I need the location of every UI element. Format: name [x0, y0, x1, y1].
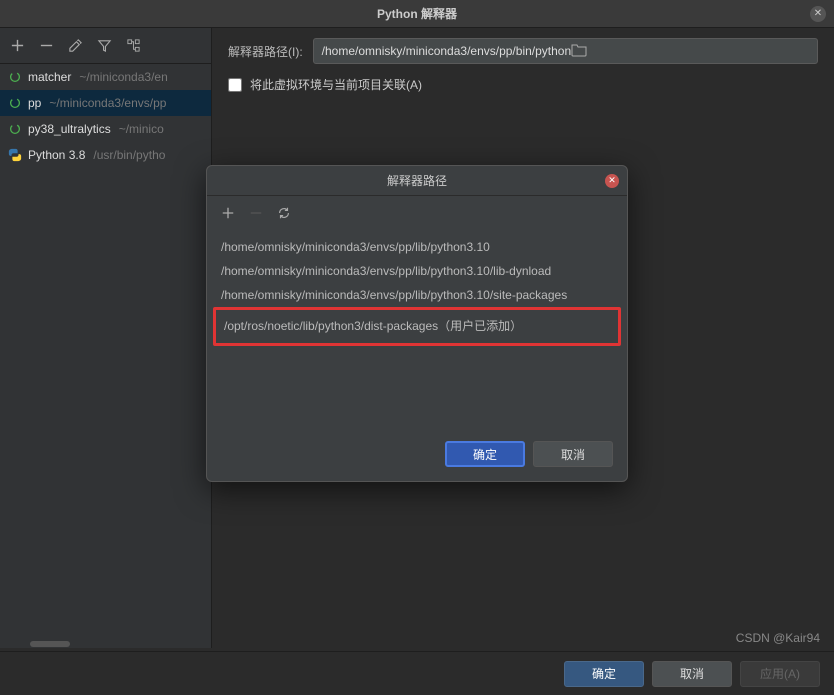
interpreter-sidebar: matcher ~/miniconda3/en pp ~/miniconda3/… — [0, 28, 212, 648]
window-close-button[interactable]: ✕ — [810, 6, 826, 22]
modal-toolbar — [207, 196, 627, 231]
interpreter-path: ~/minico — [119, 122, 164, 136]
interpreter-item[interactable]: Python 3.8 /usr/bin/pytho — [0, 142, 211, 168]
browse-folder-icon[interactable] — [571, 43, 809, 60]
path-item[interactable]: /home/omnisky/miniconda3/envs/pp/lib/pyt… — [207, 259, 627, 283]
remove-icon[interactable] — [39, 38, 54, 53]
tree-icon[interactable] — [126, 38, 141, 53]
modal-ok-button[interactable]: 确定 — [445, 441, 525, 467]
path-value: /home/omnisky/miniconda3/envs/pp/bin/pyt… — [322, 44, 571, 58]
modal-close-button[interactable]: ✕ — [605, 174, 619, 188]
modal-title-bar: 解释器路径 ✕ — [207, 166, 627, 196]
scrollbar[interactable] — [30, 641, 70, 647]
highlighted-path-box: /opt/ros/noetic/lib/python3/dist-package… — [213, 307, 621, 346]
remove-path-icon[interactable] — [249, 206, 263, 223]
interpreter-list: matcher ~/miniconda3/en pp ~/miniconda3/… — [0, 64, 211, 648]
dialog-button-bar: 确定 取消 应用(A) — [0, 651, 834, 695]
window-title: Python 解释器 — [377, 5, 457, 22]
modal-title: 解释器路径 — [387, 172, 447, 189]
path-item[interactable]: /home/omnisky/miniconda3/envs/pp/lib/pyt… — [207, 283, 627, 307]
interpreter-paths-modal: 解释器路径 ✕ /home/omnisky/miniconda3/envs/pp… — [206, 165, 628, 482]
filter-icon[interactable] — [97, 38, 112, 53]
interpreter-name: Python 3.8 — [28, 148, 85, 162]
cancel-button[interactable]: 取消 — [652, 661, 732, 687]
interpreter-item[interactable]: matcher ~/miniconda3/en — [0, 64, 211, 90]
edit-icon[interactable] — [68, 38, 83, 53]
interpreter-item[interactable]: pp ~/miniconda3/envs/pp — [0, 90, 211, 116]
path-item-user-added[interactable]: /opt/ros/noetic/lib/python3/dist-package… — [224, 312, 610, 339]
checkbox-label: 将此虚拟环境与当前项目关联(A) — [250, 76, 422, 93]
apply-button[interactable]: 应用(A) — [740, 661, 820, 687]
sidebar-toolbar — [0, 28, 211, 64]
paths-list: /home/omnisky/miniconda3/envs/pp/lib/pyt… — [207, 231, 627, 431]
modal-cancel-button[interactable]: 取消 — [533, 441, 613, 467]
interpreter-path: /usr/bin/pytho — [93, 148, 165, 162]
interpreter-path: ~/miniconda3/en — [79, 70, 167, 84]
path-item[interactable]: /home/omnisky/miniconda3/envs/pp/lib/pyt… — [207, 235, 627, 259]
path-label: 解释器路径(I): — [228, 43, 303, 60]
interpreter-path: ~/miniconda3/envs/pp — [49, 96, 166, 110]
interpreter-path-input[interactable]: /home/omnisky/miniconda3/envs/pp/bin/pyt… — [313, 38, 818, 64]
interpreter-name: pp — [28, 96, 41, 110]
window-title-bar: Python 解释器 ✕ — [0, 0, 834, 28]
ok-button[interactable]: 确定 — [564, 661, 644, 687]
interpreter-item[interactable]: py38_ultralytics ~/minico — [0, 116, 211, 142]
add-path-icon[interactable] — [221, 206, 235, 223]
refresh-icon[interactable] — [277, 206, 291, 223]
add-icon[interactable] — [10, 38, 25, 53]
associate-checkbox[interactable] — [228, 78, 242, 92]
interpreter-name: py38_ultralytics — [28, 122, 111, 136]
interpreter-name: matcher — [28, 70, 71, 84]
watermark: CSDN @Kair94 — [736, 631, 820, 645]
